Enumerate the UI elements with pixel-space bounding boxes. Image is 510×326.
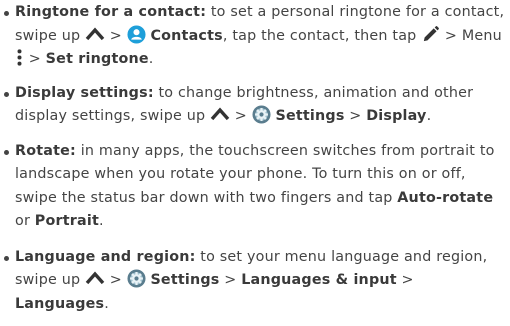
chevron-up-icon [85, 26, 105, 41]
list-item-display: Display settings: to change brightness, … [2, 82, 507, 129]
item-text: . [426, 108, 432, 124]
item-title: Rotate: [15, 142, 76, 159]
item-text: . [148, 51, 154, 67]
portrait-label: Portrait [34, 213, 99, 229]
list-item-ringtone: Ringtone for a contact: to set a persona… [2, 1, 507, 72]
item-title: Language and region: [15, 248, 196, 265]
bullet-dot [4, 91, 9, 97]
item-title: Display settings: [15, 84, 154, 101]
bullet-dot [4, 149, 9, 155]
bullet-dot [4, 11, 9, 16]
list-item-rotate: Rotate: in many apps, the touchscreen sw… [2, 140, 507, 234]
display-label: Display [366, 108, 427, 124]
list-item-language: Language and region: to set your menu la… [2, 246, 507, 317]
languages-label: Languages [15, 295, 105, 312]
item-text: > [105, 272, 127, 288]
item-text: > [230, 108, 252, 124]
settings-label: Settings [275, 108, 345, 124]
item-text: > [24, 51, 46, 67]
languages-input-label: Languages & input [241, 272, 397, 288]
more-vertical-icon [15, 48, 24, 67]
tips-list: Ringtone for a contact: to set a persona… [2, 1, 507, 326]
settings-label: Settings [150, 272, 220, 288]
item-text: or [15, 213, 35, 229]
bullet-dot [4, 255, 9, 261]
item-text: > [105, 27, 127, 44]
item-text: . [104, 295, 109, 312]
auto-rotate-label: Auto-rotate [397, 189, 494, 206]
pencil-icon [421, 25, 440, 44]
item-text: . [99, 213, 104, 229]
item-text: > Menu [440, 27, 502, 44]
item-text: > [344, 108, 367, 124]
contacts-label: Contacts [150, 27, 223, 44]
chevron-up-icon [85, 271, 105, 285]
settings-gear-icon [252, 105, 271, 124]
item-text: , tap the contact, then tap [222, 27, 422, 44]
contacts-app-icon [127, 24, 146, 44]
item-text: > [219, 272, 242, 288]
settings-gear-icon [127, 269, 146, 288]
help-page: Ringtone for a contact: to set a persona… [0, 0, 510, 312]
item-title: Ringtone for a contact: [15, 4, 207, 20]
item-text: > [396, 272, 414, 288]
set-ringtone-label: Set ringtone [45, 51, 149, 67]
chevron-up-icon [210, 107, 230, 121]
